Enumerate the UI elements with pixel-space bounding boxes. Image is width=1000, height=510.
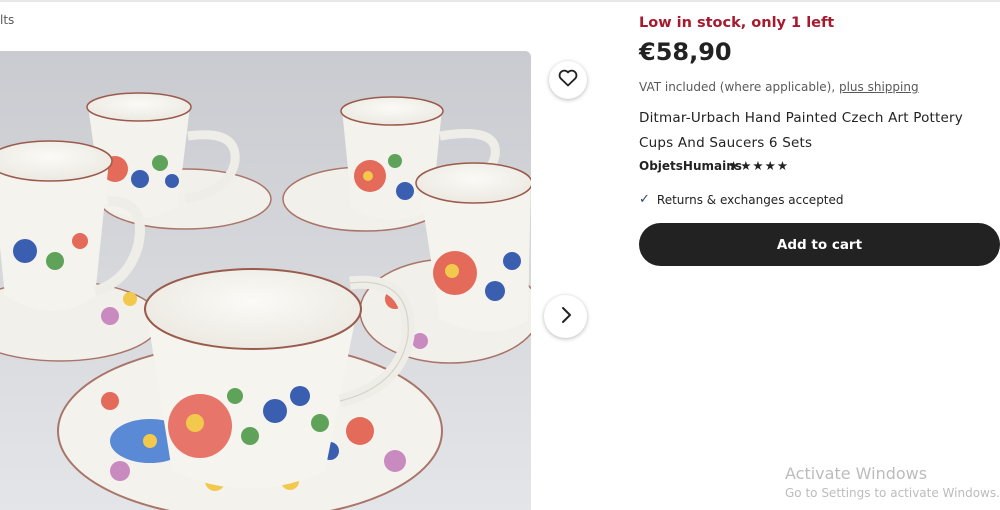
vat-note: VAT included (where applicable), plus sh… [639, 80, 919, 94]
breadcrumb-fragment[interactable]: lts [0, 13, 14, 27]
watermark-subtitle: Go to Settings to activate Windows. [785, 486, 1000, 500]
rating-stars[interactable]: ★★★★★ [728, 158, 789, 173]
product-image[interactable] [0, 51, 531, 510]
favorite-button[interactable] [549, 61, 587, 99]
returns-policy: ✓ Returns & exchanges accepted [639, 192, 844, 207]
returns-text: Returns & exchanges accepted [656, 192, 844, 207]
next-image-button[interactable] [544, 295, 587, 338]
heart-icon [558, 69, 578, 91]
add-to-cart-button[interactable]: Add to cart [639, 223, 1000, 266]
watermark-title: Activate Windows [785, 464, 928, 483]
product-title: Ditmar-Urbach Hand Painted Czech Art Pot… [639, 110, 963, 151]
check-icon: ✓ [639, 192, 650, 207]
vat-text: VAT included (where applicable), [639, 80, 839, 94]
shop-name-link[interactable]: ObjetsHumains [639, 159, 742, 173]
shipping-link[interactable]: plus shipping [839, 80, 919, 94]
chevron-right-icon [560, 306, 572, 328]
stock-notice: Low in stock, only 1 left [639, 15, 835, 31]
price: €58,90 [639, 38, 732, 66]
top-divider [0, 0, 1000, 2]
